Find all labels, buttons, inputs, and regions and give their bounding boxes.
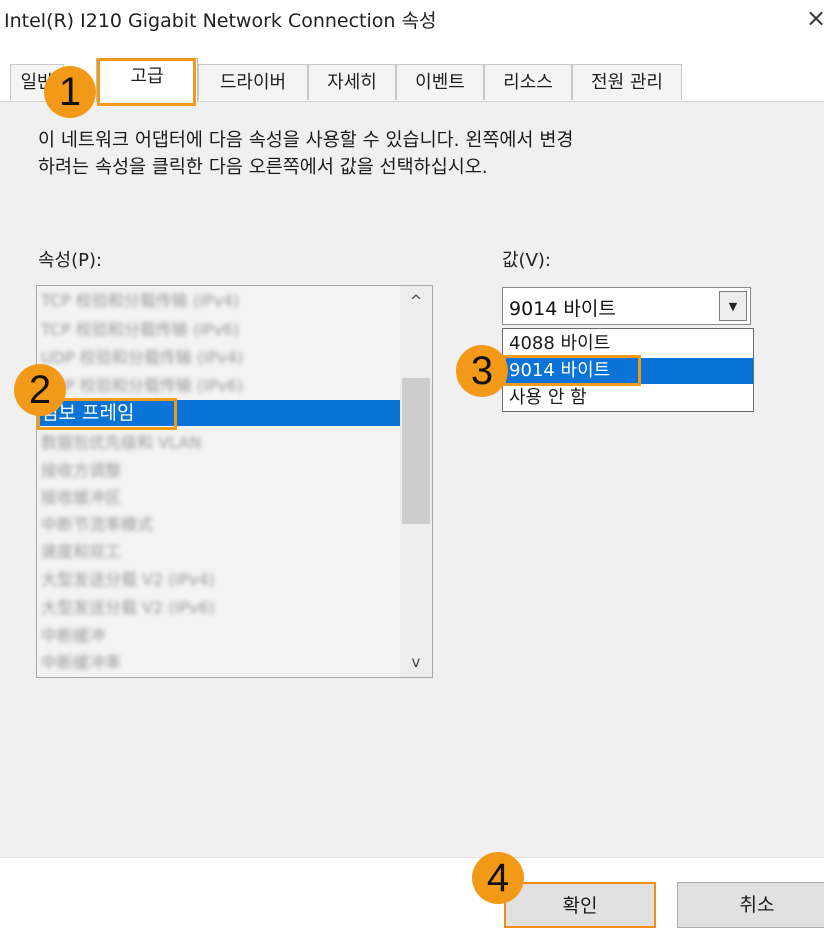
list-item[interactable]: TCP 校验和分载传输 (IPv6) xyxy=(41,317,239,343)
tab-power-management[interactable]: 전원 관리 xyxy=(572,64,682,100)
list-item[interactable]: TCP 校验和分载传输 (IPv4) xyxy=(41,288,239,314)
step-marker-2: 2 xyxy=(14,364,66,416)
description: 이 네트워크 어댑터에 다음 속성을 사용할 수 있습니다. 왼쪽에서 변경 하… xyxy=(38,127,573,181)
list-item[interactable]: 数据包优先级和 VLAN xyxy=(41,430,201,456)
list-item[interactable]: UDP 校验和分载传输 (IPv4) xyxy=(41,345,243,371)
option-4088-bytes[interactable]: 4088 바이트 xyxy=(503,331,753,357)
highlight-advanced-tab xyxy=(97,58,196,106)
list-item[interactable]: UDP 校验和分载传输 (IPv6) xyxy=(41,373,243,399)
value-label: 값(V): xyxy=(502,250,551,271)
tab-events[interactable]: 이벤트 xyxy=(396,64,484,100)
list-item[interactable]: 大型发送分载 V2 (IPv4) xyxy=(41,567,215,593)
list-item[interactable]: 速度和双工 xyxy=(41,539,121,565)
list-item[interactable]: 中断缓冲率 xyxy=(41,650,121,676)
scroll-thumb[interactable] xyxy=(402,378,430,524)
description-line-2: 하려는 속성을 클릭한 다음 오른쪽에서 값을 선택하십시오. xyxy=(38,157,488,178)
description-line-1: 이 네트워크 어댑터에 다음 속성을 사용할 수 있습니다. 왼쪽에서 변경 xyxy=(38,130,574,151)
close-icon[interactable]: × xyxy=(806,4,824,32)
combobox-value: 9014 바이트 xyxy=(509,298,616,320)
list-item[interactable]: 中断缓冲 xyxy=(41,623,105,649)
property-list[interactable]: TCP 校验和分载传输 (IPv4) TCP 校验和分载传输 (IPv6) UD… xyxy=(36,285,433,678)
list-item[interactable]: 大型发送分载 V2 (IPv6) xyxy=(41,595,215,621)
step-marker-4: 4 xyxy=(472,852,524,904)
scroll-down-icon[interactable]: v xyxy=(400,653,432,671)
tab-details[interactable]: 자세히 xyxy=(308,64,396,100)
list-item[interactable]: 中断节流率模式 xyxy=(41,512,153,538)
title-bar: Intel(R) I210 Gigabit Network Connection… xyxy=(0,0,824,40)
chevron-down-icon[interactable]: ▼ xyxy=(719,291,747,321)
list-item[interactable]: 接收缓冲区 xyxy=(41,485,121,511)
option-disabled[interactable]: 사용 안 함 xyxy=(503,385,753,411)
ok-button[interactable]: 확인 xyxy=(504,882,656,928)
tab-resources[interactable]: 리소스 xyxy=(484,64,572,100)
step-marker-1: 1 xyxy=(44,66,96,118)
footer-divider xyxy=(0,857,824,858)
window-title: Intel(R) I210 Gigabit Network Connection… xyxy=(4,10,437,32)
highlight-9014-option xyxy=(503,355,641,386)
value-combobox[interactable]: 9014 바이트 ▼ xyxy=(502,287,751,325)
tab-driver[interactable]: 드라이버 xyxy=(198,64,308,100)
cancel-button[interactable]: 취소 xyxy=(677,882,824,928)
step-marker-3: 3 xyxy=(456,345,508,397)
scroll-up-icon[interactable]: ^ xyxy=(400,292,432,310)
property-list-scrollbar[interactable]: ^ v xyxy=(400,286,432,677)
list-item[interactable]: 接收方调整 xyxy=(41,458,121,484)
property-label: 속성(P): xyxy=(38,250,103,271)
